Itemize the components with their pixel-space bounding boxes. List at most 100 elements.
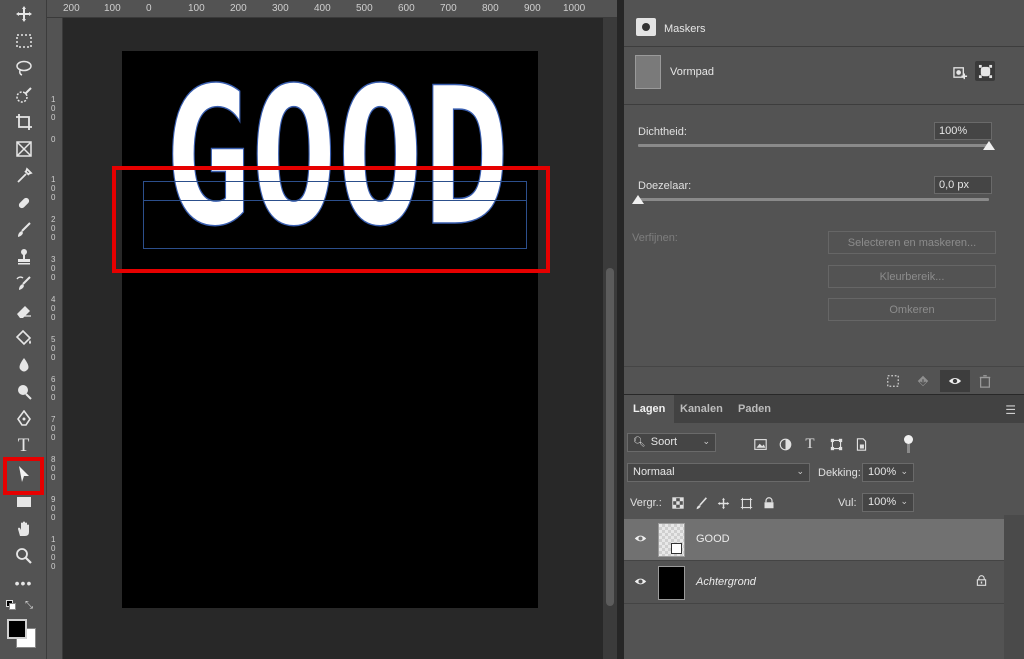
scrollbar-thumb[interactable] (606, 268, 614, 606)
zoom-icon[interactable] (8, 544, 39, 568)
panel-title: Maskers (664, 23, 706, 35)
filter-shape-icon[interactable] (828, 436, 844, 452)
layer-thumbnail (658, 566, 685, 600)
ruler-tick-label: 600 (398, 3, 415, 14)
lock-icon[interactable] (976, 575, 987, 589)
ruler-tick-label: 4 0 0 (51, 295, 56, 322)
quick-select-icon[interactable] (8, 83, 39, 107)
color-range-button[interactable]: Kleurbereik... (828, 265, 996, 288)
tab-paths[interactable]: Paden (729, 395, 780, 423)
default-colors-icon[interactable] (6, 600, 16, 610)
ruler-tick-label: 6 0 0 (51, 375, 56, 402)
layer-name: GOOD (696, 533, 730, 545)
fill-value: 100% (868, 496, 897, 508)
filter-toggle[interactable] (904, 435, 914, 455)
tab-channels[interactable]: Kanalen (671, 395, 732, 423)
layer-name: Achtergrond (696, 576, 756, 588)
vector-mask-icon[interactable] (975, 61, 995, 81)
layer-row-background[interactable]: Achtergrond (624, 562, 1004, 604)
vertical-ruler: 1 0 0 0 1 0 0 2 0 0 3 0 0 4 0 0 5 0 0 6 0 0 7 0 … (47, 18, 63, 659)
frame-icon[interactable] (8, 137, 39, 161)
lasso-icon[interactable] (8, 56, 39, 80)
rectangle-icon[interactable] (8, 490, 39, 514)
blur-icon[interactable] (8, 353, 39, 377)
lock-pixels-icon[interactable] (693, 495, 709, 511)
chevron-down-icon: ⌄ (900, 496, 908, 506)
panel-divider (617, 0, 624, 659)
apply-mask-icon[interactable] (913, 372, 933, 390)
feather-label: Doezelaar: (638, 180, 692, 192)
filter-smart-object-icon[interactable] (853, 436, 869, 452)
stamp-icon[interactable] (8, 245, 39, 269)
panel-menu-icon[interactable]: ☰ (1005, 403, 1016, 417)
more-icon[interactable]: ••• (8, 571, 39, 595)
ruler-tick-label: 800 (482, 3, 499, 14)
filter-kind-dropdown[interactable]: 🔍︎ Soort ⌄ (627, 433, 716, 452)
density-input[interactable]: 100% (934, 122, 992, 140)
fill-label: Vul: (838, 497, 857, 509)
ruler-tick-label: 3 0 0 (51, 255, 56, 282)
canvas-vertical-scrollbar[interactable] (603, 18, 617, 659)
feather-slider[interactable] (638, 198, 989, 201)
eraser-icon[interactable] (8, 299, 39, 323)
filter-adjustment-icon[interactable] (777, 436, 793, 452)
search-icon: 🔍︎ (633, 437, 646, 448)
foreground-color-swatch[interactable] (7, 619, 27, 639)
layer-row-good[interactable]: GOOD (624, 519, 1004, 561)
filter-pixel-icon[interactable] (752, 436, 768, 452)
fill-input[interactable]: 100% ⌄ (862, 493, 914, 512)
opacity-input[interactable]: 100% ⌄ (862, 463, 914, 482)
lock-label: Vergr.: (630, 497, 662, 509)
vector-mask-label: Vormpad (670, 66, 715, 78)
feather-input[interactable]: 0,0 px (934, 176, 992, 194)
ruler-tick-label: 200 (63, 3, 80, 14)
ruler-tick-label: 700 (440, 3, 457, 14)
add-pixel-mask-icon[interactable] (950, 62, 970, 82)
ruler-tick-label: 200 (230, 3, 247, 14)
invert-button[interactable]: Omkeren (828, 298, 996, 321)
ruler-tick-label: 100 (188, 3, 205, 14)
canvas-area[interactable]: GOOD (63, 18, 603, 659)
lock-all-icon[interactable] (761, 495, 777, 511)
density-slider-handle[interactable] (983, 141, 995, 150)
chevron-down-icon: ⌄ (702, 436, 710, 446)
filter-type-icon[interactable]: T (802, 436, 818, 452)
history-brush-icon[interactable] (8, 272, 39, 296)
vector-mask-thumbnail[interactable] (635, 55, 661, 89)
ruler-tick-label: 5 0 0 (51, 335, 56, 362)
select-and-mask-button[interactable]: Selecteren en maskeren... (828, 231, 996, 254)
crop-icon[interactable] (8, 110, 39, 134)
pen-icon[interactable] (8, 407, 39, 431)
properties-panel: Maskers Vormpad Dichtheid: 100% Doezelaa… (624, 0, 1024, 394)
lock-position-icon[interactable] (715, 495, 731, 511)
move-icon[interactable] (8, 2, 39, 26)
feather-slider-handle[interactable] (632, 195, 644, 204)
eye-icon[interactable] (634, 532, 647, 548)
delete-mask-icon[interactable] (975, 372, 995, 390)
type-icon[interactable]: T (8, 434, 39, 458)
blend-mode-value: Normaal (633, 466, 675, 478)
density-slider[interactable] (638, 144, 989, 147)
lock-artboard-icon[interactable] (738, 495, 754, 511)
healing-icon[interactable] (8, 191, 39, 215)
tab-layers[interactable]: Lagen (624, 395, 675, 423)
density-label: Dichtheid: (638, 126, 687, 138)
ruler-tick-label: 0 (146, 3, 152, 14)
document-canvas[interactable]: GOOD (122, 51, 538, 608)
eye-icon[interactable] (634, 575, 647, 591)
eyedropper-icon[interactable] (8, 164, 39, 188)
blend-mode-dropdown[interactable]: Normaal ⌄ (627, 463, 810, 482)
ruler-tick-label: 500 (356, 3, 373, 14)
layer-thumbnail (658, 523, 685, 557)
marquee-icon[interactable] (8, 29, 39, 53)
divider (624, 104, 1024, 105)
visibility-eye-icon[interactable] (940, 370, 970, 392)
dodge-icon[interactable] (8, 380, 39, 404)
hand-icon[interactable] (8, 517, 39, 541)
layers-scrollbar[interactable] (1004, 515, 1024, 659)
brush-icon[interactable] (8, 218, 39, 242)
swap-colors-icon[interactable]: ⤡ (25, 600, 33, 611)
load-selection-icon[interactable] (883, 372, 903, 390)
paint-bucket-icon[interactable] (8, 326, 39, 350)
lock-transparent-icon[interactable] (670, 495, 686, 511)
